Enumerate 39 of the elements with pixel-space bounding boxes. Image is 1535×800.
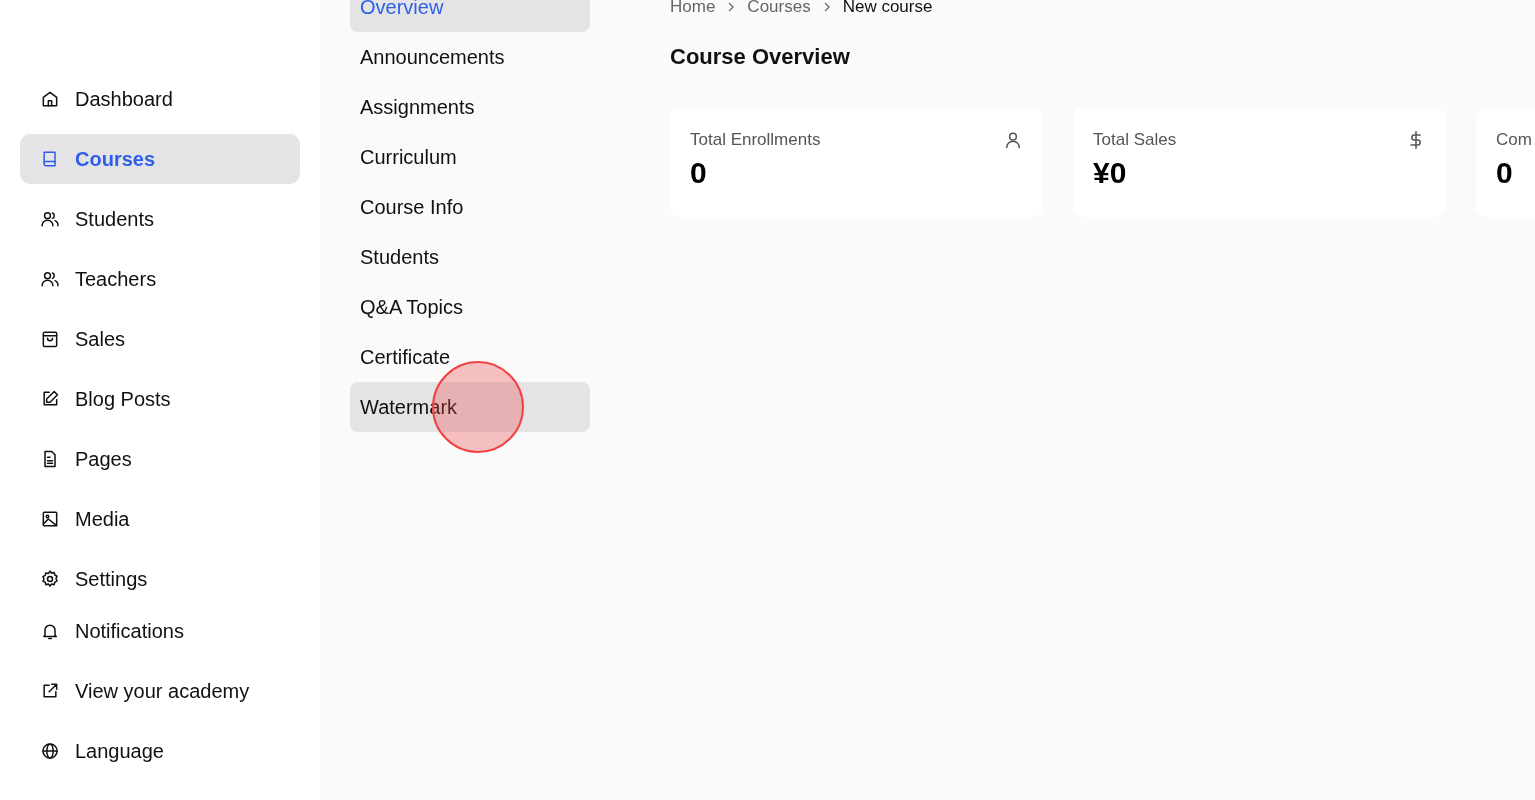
stat-value: 0 (690, 156, 708, 190)
people-icon (40, 269, 60, 289)
shopping-bag-icon (40, 329, 60, 349)
course-menu-item[interactable]: Assignments (350, 82, 590, 132)
course-menu-item[interactable]: Course Info (350, 182, 590, 232)
course-menu-item[interactable]: Curriculum (350, 132, 590, 182)
stat-value: 0 (1496, 156, 1514, 190)
breadcrumb-link[interactable]: Home (670, 0, 716, 17)
globe-icon (40, 741, 60, 761)
stat-label: Com (1496, 130, 1532, 150)
sidebar-item[interactable]: Language (20, 726, 300, 776)
sidebar-item[interactable]: Teachers (20, 254, 300, 304)
sidebar-item[interactable]: Blog Posts (20, 374, 300, 424)
sidebar-item[interactable]: Settings (20, 554, 300, 604)
page-title: Course Overview (670, 44, 851, 70)
sidebar-item[interactable]: Media (20, 494, 300, 544)
sidebar-item[interactable]: Sales (20, 314, 300, 364)
person-icon (1003, 130, 1023, 150)
course-menu-item[interactable]: Announcements (350, 32, 590, 82)
course-menu-item[interactable]: Students (350, 232, 590, 282)
sidebar-item[interactable]: Notifications (20, 606, 300, 656)
edit-icon (40, 389, 60, 409)
house-icon (40, 89, 60, 109)
breadcrumb-current: New course (842, 0, 933, 17)
stat-label: Total Sales (1093, 130, 1177, 150)
people-icon (40, 209, 60, 229)
course-menu-item[interactable]: Certificate (350, 332, 590, 382)
sidebar-item[interactable]: Courses (20, 134, 300, 184)
external-link-icon (40, 681, 60, 701)
stat-label: Total Enrollments (690, 130, 821, 150)
stat-value: ¥0 (1093, 156, 1128, 190)
course-menu-item[interactable]: Q&A Topics (350, 282, 590, 332)
sidebar-item[interactable]: Dashboard (20, 74, 300, 124)
settings-icon (40, 569, 60, 589)
sidebar-item[interactable]: Pages (20, 434, 300, 484)
sidebar-item[interactable]: Students (20, 194, 300, 244)
image-icon (40, 509, 60, 529)
sidebar-item[interactable]: View your academy (20, 666, 300, 716)
breadcrumb-link[interactable]: Courses (747, 0, 811, 17)
